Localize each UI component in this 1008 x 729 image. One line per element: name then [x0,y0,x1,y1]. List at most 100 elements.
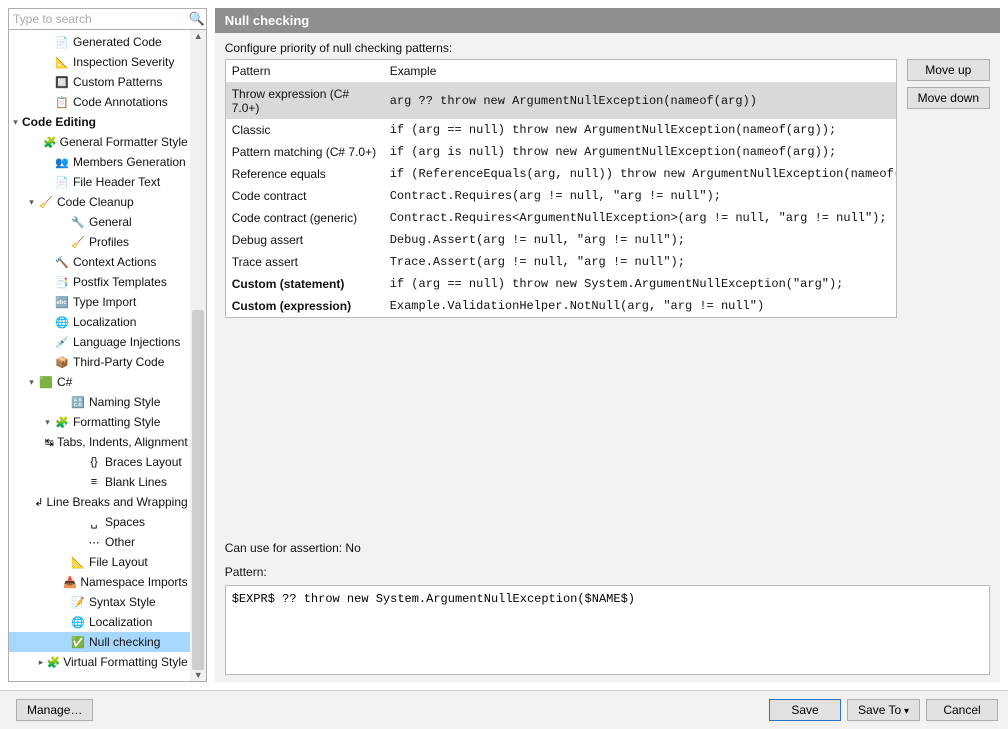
tree-icon: 🔲 [54,74,70,90]
expander-open-icon[interactable]: ▾ [25,197,38,208]
col-header-example[interactable]: Example [384,60,896,82]
tree-item[interactable]: ▾🧩Formatting Style [9,412,206,432]
table-row[interactable]: Code contractContract.Requires(arg != nu… [226,185,896,207]
tree-item[interactable]: ▸🌐Localization [9,312,206,332]
tree-item-label: Blank Lines [105,475,167,489]
tree-item-label: Syntax Style [89,595,156,609]
table-row[interactable]: Trace assertTrace.Assert(arg != null, "a… [226,251,896,273]
tree-item[interactable]: ▸↹Tabs, Indents, Alignment [9,432,206,452]
table-row[interactable]: Pattern matching (C# 7.0+)if (arg is nul… [226,141,896,163]
tree-item-label: Tabs, Indents, Alignment [57,435,188,449]
tree-item[interactable]: ▸💉Language Injections [9,332,206,352]
tree-item[interactable]: ▸📐Inspection Severity [9,52,206,72]
tree-item-label: General [89,215,132,229]
tree-icon: 🔤 [54,294,70,310]
table-row[interactable]: Custom (statement)if (arg == null) throw… [226,273,896,295]
settings-tree[interactable]: ▸📄Generated Code▸📐Inspection Severity▸🔲C… [8,30,207,682]
tree-item[interactable]: ▾Code Editing [9,112,206,132]
tree-item[interactable]: ▸📄File Header Text [9,172,206,192]
tree-item[interactable]: ▸🧩General Formatter Style [9,132,206,152]
tree-item[interactable]: ▸↲Line Breaks and Wrapping [9,492,206,512]
tree-item-label: Line Breaks and Wrapping [47,495,188,509]
tree-item[interactable]: ▸✅Null checking [9,632,206,652]
tree-item-label: Code Cleanup [57,195,134,209]
scrollbar-thumb[interactable] [192,310,204,670]
expander-closed-icon[interactable]: ▸ [36,657,47,668]
table-row[interactable]: Custom (expression)Example.ValidationHel… [226,295,896,317]
scroll-up-icon[interactable]: ▲ [194,31,203,41]
manage-button[interactable]: Manage… [16,699,93,721]
page-title: Null checking [215,8,1000,33]
tree-item[interactable]: ▸📥Namespace Imports [9,572,206,592]
tree-item[interactable]: ▸🔠Naming Style [9,392,206,412]
tree-icon: 🧩 [46,654,60,670]
tree-item[interactable]: ▸🌐Localization [9,612,206,632]
tree-item[interactable]: ▸👥Members Generation [9,152,206,172]
pattern-textarea[interactable] [225,585,990,675]
save-to-button[interactable]: Save To [847,699,920,721]
table-row[interactable]: Debug assertDebug.Assert(arg != null, "a… [226,229,896,251]
tree-item[interactable]: ▸🔧General [9,212,206,232]
table-row[interactable]: Reference equalsif (ReferenceEquals(arg,… [226,163,896,185]
tree-icon: ↲ [34,494,43,510]
scroll-down-icon[interactable]: ▼ [194,670,203,680]
cancel-button[interactable]: Cancel [926,699,998,721]
tree-item[interactable]: ▸⋯Other [9,532,206,552]
main-panel: Null checking Configure priority of null… [215,8,1000,682]
tree-item[interactable]: ▸📦Third-Party Code [9,352,206,372]
tree-item[interactable]: ▸🔤Type Import [9,292,206,312]
table-row[interactable]: Classicif (arg == null) throw new Argume… [226,119,896,141]
tree-item[interactable]: ▸🧩Virtual Formatting Style [9,652,206,672]
table-row[interactable]: Throw expression (C# 7.0+)arg ?? throw n… [226,83,896,119]
reorder-buttons: Move up Move down [907,41,990,109]
tree-icon: 🔨 [54,254,70,270]
cell-pattern: Debug assert [226,229,384,251]
search-input[interactable] [9,10,188,28]
tree-icon: 📐 [54,54,70,70]
tree-item[interactable]: ▾🧹Code Cleanup [9,192,206,212]
tree-icon: 🔠 [70,394,86,410]
cell-pattern: Classic [226,119,384,141]
tree-item[interactable]: ▸{}Braces Layout [9,452,206,472]
tree-item-label: File Header Text [73,175,160,189]
tree-item[interactable]: ▸📋Code Annotations [9,92,206,112]
move-down-button[interactable]: Move down [907,87,990,109]
cell-example: if (arg is null) throw new ArgumentNullE… [384,141,896,163]
save-button[interactable]: Save [769,699,841,721]
tree-icon: 💉 [54,334,70,350]
tree-item[interactable]: ▸🔲Custom Patterns [9,72,206,92]
tree-item[interactable]: ▸≡Blank Lines [9,472,206,492]
tree-icon: ␣ [86,514,102,530]
tree-item-label: Virtual Formatting Style [63,655,188,669]
tree-item-label: Localization [73,315,136,329]
tree-item-label: Other [105,535,135,549]
cell-pattern: Throw expression (C# 7.0+) [226,83,384,119]
expander-open-icon[interactable]: ▾ [9,117,22,128]
tree-item-label: Null checking [89,635,160,649]
tree-item[interactable]: ▸📄Generated Code [9,32,206,52]
tree-icon: ↹ [45,434,54,450]
tree-item[interactable]: ▸📑Postfix Templates [9,272,206,292]
cell-pattern: Code contract (generic) [226,207,384,229]
tree-item[interactable]: ▸📐File Layout [9,552,206,572]
search-box[interactable]: 🔍 [8,8,207,30]
tree-icon: 📐 [70,554,86,570]
tree-item[interactable]: ▸🧹Profiles [9,232,206,252]
tree-item[interactable]: ▸🔨Context Actions [9,252,206,272]
tree-item[interactable]: ▾🟩C# [9,372,206,392]
table-row[interactable]: Code contract (generic)Contract.Requires… [226,207,896,229]
tree-item-label: Braces Layout [105,455,182,469]
expander-open-icon[interactable]: ▾ [41,417,54,428]
tree-item-label: Postfix Templates [73,275,167,289]
expander-open-icon[interactable]: ▾ [25,377,38,388]
cell-pattern: Reference equals [226,163,384,185]
tree-item[interactable]: ▸📝Syntax Style [9,592,206,612]
search-icon[interactable]: 🔍 [188,10,206,28]
move-up-button[interactable]: Move up [907,59,990,81]
cell-example: if (ReferenceEquals(arg, null)) throw ne… [384,163,896,185]
scrollbar-track[interactable]: ▲ ▼ [190,30,206,681]
tree-icon: 📦 [54,354,70,370]
tree-item-label: Type Import [73,295,136,309]
tree-item[interactable]: ▸␣Spaces [9,512,206,532]
col-header-pattern[interactable]: Pattern [226,60,384,82]
